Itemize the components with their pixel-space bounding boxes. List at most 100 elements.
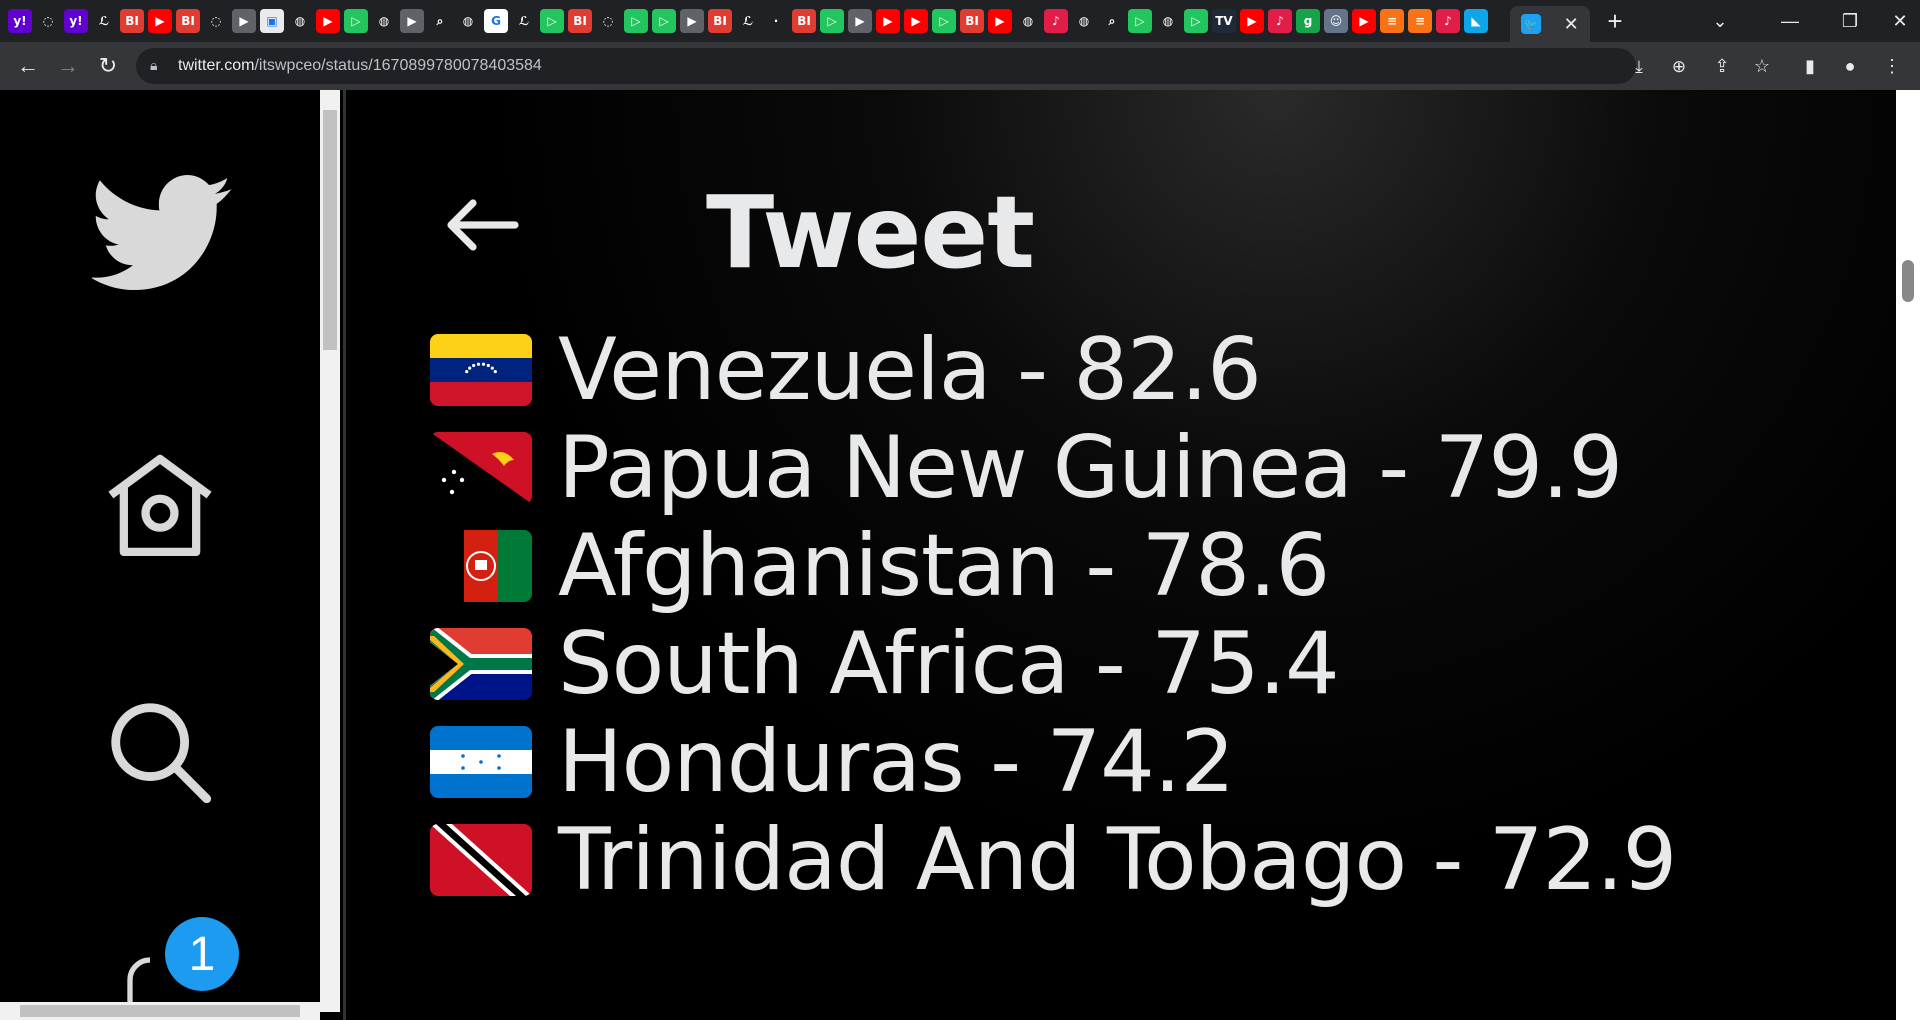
play-icon[interactable]: ▷ (820, 9, 844, 33)
row-text: Honduras - 74.2 (558, 712, 1235, 812)
horizontal-scroll-thumb[interactable] (20, 1005, 300, 1017)
bi-icon[interactable]: BI (176, 9, 200, 33)
home-icon[interactable] (92, 440, 228, 576)
g-icon[interactable]: g (1296, 9, 1320, 33)
honduras-flag-icon (430, 726, 532, 798)
bi-icon[interactable]: BI (960, 9, 984, 33)
play-icon[interactable]: ▷ (540, 9, 564, 33)
youtube-icon[interactable]: ▶ (904, 9, 928, 33)
page-content: 1 Tweet Venezuela - 82.6 Papua New Guinea… (0, 90, 1920, 1020)
youtube-icon[interactable]: ▶ (1240, 9, 1264, 33)
play-icon[interactable]: ▷ (344, 9, 368, 33)
row-text: Afghanistan - 78.6 (558, 516, 1330, 616)
news-icon[interactable]: ℒ (736, 9, 760, 33)
new-tab-button[interactable]: + (1600, 6, 1630, 36)
reload-icon[interactable]: ↻ (92, 50, 124, 82)
forward-icon[interactable]: ▶ (848, 9, 872, 33)
globe-icon[interactable]: ◍ (372, 9, 396, 33)
address-bar[interactable]: 🔒︎ twitter.com/itswpceo/status/167089978… (136, 48, 1686, 84)
yahoo-icon[interactable]: y! (8, 9, 32, 33)
share-icon[interactable]: ⇪ (1706, 50, 1738, 82)
page-scroll-thumb[interactable] (1902, 260, 1914, 302)
forward-icon[interactable]: ▶ (680, 9, 704, 33)
sidebar-scrollbar[interactable] (320, 90, 340, 1012)
lock-icon[interactable]: 🔒︎ (150, 57, 168, 75)
close-tab-icon[interactable]: ✕ (1564, 14, 1579, 35)
play-icon[interactable]: ▷ (1128, 9, 1152, 33)
tab-list: y! ◌ y! ℒ BI ▶ BI ◌ ▶ ▣ ◍ ▶ ▷ ◍ ▶ ⌕ ◍ G ℒ ▷ BI ◌ ▷ ▷ ▶ BI ℒ · BI ▷ ▶ ▶ ▶… (8, 7, 1488, 35)
bi-icon[interactable]: BI (120, 9, 144, 33)
youtube-icon[interactable]: ▶ (316, 9, 340, 33)
search-icon[interactable]: ⌕ (428, 9, 452, 33)
tweet-column: Tweet Venezuela - 82.6 Papua New Guinea -… (346, 90, 1896, 1020)
play-icon[interactable]: ▷ (624, 9, 648, 33)
page-title: Tweet (706, 174, 1035, 291)
page-scrollbar[interactable] (1896, 90, 1920, 1020)
bi-icon[interactable]: BI (568, 9, 592, 33)
google-icon[interactable]: G (484, 9, 508, 33)
forward-nav-icon[interactable]: → (52, 50, 84, 82)
browser-window: y! ◌ y! ℒ BI ▶ BI ◌ ▶ ▣ ◍ ▶ ▷ ◍ ▶ ⌕ ◍ G ℒ ▷ BI ◌ ▷ ▷ ▶ BI ℒ · BI ▷ ▶ ▶ ▶… (0, 0, 1920, 1020)
tab-search-icon[interactable]: ⌄ (1690, 0, 1750, 42)
youtube-icon[interactable]: ▶ (1352, 9, 1376, 33)
news-icon[interactable]: ℒ (512, 9, 536, 33)
play-icon[interactable]: ▷ (652, 9, 676, 33)
bookmark-icon[interactable]: ≡ (1380, 9, 1404, 33)
play-icon[interactable]: ▷ (932, 9, 956, 33)
explore-search-icon[interactable] (92, 684, 228, 820)
play-icon[interactable]: ▷ (1184, 9, 1208, 33)
tab-strip: y! ◌ y! ℒ BI ▶ BI ◌ ▶ ▣ ◍ ▶ ▷ ◍ ▶ ⌕ ◍ G ℒ ▷ BI ◌ ▷ ▷ ▶ BI ℒ · BI ▷ ▶ ▶ ▶… (0, 0, 1920, 42)
news-icon[interactable]: ℒ (92, 9, 116, 33)
url-host: twitter.com (178, 57, 255, 74)
yahoo-icon[interactable]: y! (64, 9, 88, 33)
forward-icon[interactable]: ▶ (400, 9, 424, 33)
bookmark-icon[interactable]: ≡ (1408, 9, 1432, 33)
globe-icon[interactable]: ◍ (1072, 9, 1096, 33)
side-panel-icon[interactable]: ▮ (1794, 50, 1826, 82)
list-item: Venezuela - 82.6 (430, 320, 1262, 420)
url-path: /itswpceo/status/1670899780078403584 (254, 57, 542, 74)
youtube-icon[interactable]: ▶ (876, 9, 900, 33)
back-arrow-icon[interactable] (441, 185, 521, 265)
install-icon[interactable]: ⤓ (1626, 54, 1652, 80)
podcast-icon[interactable]: ♪ (1268, 9, 1292, 33)
back-nav-icon[interactable]: ← (12, 50, 44, 82)
bi-icon[interactable]: BI (708, 9, 732, 33)
globe-icon[interactable]: ◍ (288, 9, 312, 33)
shield-icon[interactable]: ◌ (36, 9, 60, 33)
list-item: Trinidad And Tobago - 72.9 (430, 810, 1677, 910)
youtube-icon[interactable]: ▶ (148, 9, 172, 33)
active-tab[interactable]: 🐦 ✕ (1510, 6, 1590, 42)
blank-icon[interactable]: · (764, 9, 788, 33)
south-africa-flag-icon (430, 628, 532, 700)
globe-icon[interactable]: ◍ (1016, 9, 1040, 33)
podcast-icon[interactable]: ♪ (1044, 9, 1068, 33)
horizontal-scrollbar[interactable] (0, 1002, 320, 1020)
minimize-button[interactable]: — (1760, 0, 1820, 42)
chart-icon[interactable]: ◣ (1464, 9, 1488, 33)
image-icon[interactable]: ▣ (260, 9, 284, 33)
bookmark-star-icon[interactable]: ☆ (1746, 50, 1778, 82)
list-item: South Africa - 75.4 (430, 614, 1340, 714)
shield-icon[interactable]: ◌ (204, 9, 228, 33)
globe-icon[interactable]: ◍ (456, 9, 480, 33)
sidebar-scroll-thumb[interactable] (323, 110, 337, 350)
menu-icon[interactable]: ⋮ (1876, 50, 1908, 82)
avatar-icon[interactable]: ☺ (1324, 9, 1348, 33)
profile-icon[interactable]: ● (1834, 50, 1866, 82)
search-icon[interactable]: ⌕ (1100, 9, 1124, 33)
twitter-logo-icon[interactable] (88, 164, 238, 304)
tv-icon[interactable]: TV (1212, 9, 1236, 33)
podcast-icon[interactable]: ♪ (1436, 9, 1460, 33)
left-navigation: 1 (0, 90, 320, 1020)
forward-icon[interactable]: ▶ (232, 9, 256, 33)
shield-icon[interactable]: ◌ (596, 9, 620, 33)
globe-icon[interactable]: ◍ (1156, 9, 1180, 33)
close-window-button[interactable]: ✕ (1870, 0, 1920, 42)
bi-icon[interactable]: BI (792, 9, 816, 33)
row-text: Venezuela - 82.6 (558, 320, 1262, 420)
row-text: Trinidad And Tobago - 72.9 (558, 810, 1677, 910)
twitter-favicon-icon: 🐦 (1521, 14, 1542, 34)
youtube-icon[interactable]: ▶ (988, 9, 1012, 33)
zoom-icon[interactable]: ⊕ (1666, 54, 1692, 80)
